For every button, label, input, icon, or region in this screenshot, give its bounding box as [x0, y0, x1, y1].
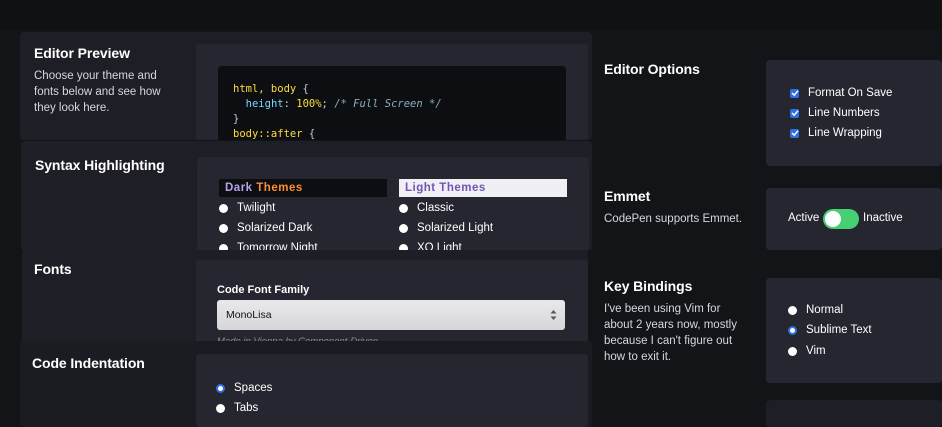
- keybinding-option-vim[interactable]: Vim: [788, 345, 826, 357]
- checkbox-checked[interactable]: [790, 128, 799, 138]
- theme-option-classic[interactable]: Classic: [399, 202, 454, 214]
- select-arrows-icon: [550, 310, 557, 320]
- radio-circle-selected[interactable]: [216, 383, 225, 393]
- key-bindings-title: Key Bindings: [604, 278, 693, 294]
- code-indentation-title: Code Indentation: [32, 355, 145, 371]
- emmet-description: CodePen supports Emmet.: [604, 213, 743, 225]
- editor-preview-description: Choose your theme and fonts below and se…: [34, 70, 161, 114]
- code-indentation-panel: Spaces Tabs: [196, 354, 588, 427]
- fonts-panel: Code Font Family MonoLisa Made in Vienna…: [196, 260, 588, 348]
- keybinding-option-sublime-text[interactable]: Sublime Text: [788, 324, 872, 336]
- emmet-title: Emmet: [604, 188, 651, 204]
- syntax-highlighting-section: Syntax Highlighting Dark Themes Light Th…: [21, 141, 592, 251]
- emmet-panel: Active Inactive: [766, 188, 942, 250]
- radio-circle-selected[interactable]: [788, 325, 797, 335]
- checkbox-format-on-save[interactable]: Format On Save: [790, 87, 892, 99]
- theme-option-twilight[interactable]: Twilight: [219, 202, 275, 214]
- syntax-themes-panel: Dark Themes Light Themes Twilight Solari…: [197, 157, 589, 251]
- code-preview: html, body { height: 100%; /* Full Scree…: [218, 66, 566, 140]
- syntax-highlighting-title: Syntax Highlighting: [35, 157, 165, 173]
- code-indentation-section: Code Indentation Spaces Tabs: [20, 341, 592, 427]
- theme-option-solarized-dark[interactable]: Solarized Dark: [219, 222, 312, 234]
- checkbox-line-wrapping[interactable]: Line Wrapping: [790, 127, 882, 139]
- editor-options-panel: Format On Save Line Numbers Line Wrappin…: [766, 60, 942, 166]
- check-icon: [790, 130, 799, 137]
- indent-option-tabs[interactable]: Tabs: [216, 402, 258, 414]
- editor-preview-title: Editor Preview: [34, 45, 130, 61]
- radio-circle[interactable]: [219, 203, 228, 213]
- radio-circle[interactable]: [399, 203, 408, 213]
- checkbox-line-numbers[interactable]: Line Numbers: [790, 107, 880, 119]
- checkbox-checked[interactable]: [790, 88, 799, 98]
- light-themes-header: Light Themes: [399, 179, 567, 197]
- indent-option-spaces[interactable]: Spaces: [216, 382, 272, 394]
- key-bindings-description: I've been using Vim for about 2 years no…: [604, 303, 737, 363]
- radio-circle[interactable]: [219, 223, 228, 233]
- editor-preview-panel: html, body { height: 100%; /* Full Scree…: [196, 44, 588, 140]
- next-panel-edge: [766, 400, 942, 427]
- emmet-active-label: Active: [788, 212, 820, 224]
- radio-circle[interactable]: [216, 403, 225, 413]
- keybinding-option-normal[interactable]: Normal: [788, 304, 843, 316]
- checkbox-checked[interactable]: [790, 108, 799, 118]
- editor-options-title: Editor Options: [604, 61, 700, 77]
- check-icon: [790, 110, 799, 117]
- radio-circle[interactable]: [399, 223, 408, 233]
- radio-circle[interactable]: [788, 346, 797, 356]
- key-bindings-panel: Normal Sublime Text Vim: [766, 278, 942, 383]
- fonts-section: Fonts Code Font Family MonoLisa Made in …: [22, 250, 588, 348]
- emmet-toggle[interactable]: [823, 209, 859, 229]
- radio-circle[interactable]: [788, 305, 797, 315]
- dark-themes-header: Dark Themes: [219, 179, 387, 197]
- theme-option-solarized-light[interactable]: Solarized Light: [399, 222, 493, 234]
- editor-preview-section: Editor Preview Choose your theme and fon…: [20, 32, 592, 140]
- check-icon: [790, 90, 799, 97]
- code-font-family-select[interactable]: MonoLisa: [217, 300, 565, 330]
- top-bar: [0, 0, 942, 30]
- emmet-inactive-label: Inactive: [863, 212, 903, 224]
- selected-font: MonoLisa: [226, 309, 272, 321]
- code-font-family-label: Code Font Family: [217, 284, 310, 296]
- toggle-knob: [825, 211, 841, 227]
- fonts-title: Fonts: [34, 261, 72, 277]
